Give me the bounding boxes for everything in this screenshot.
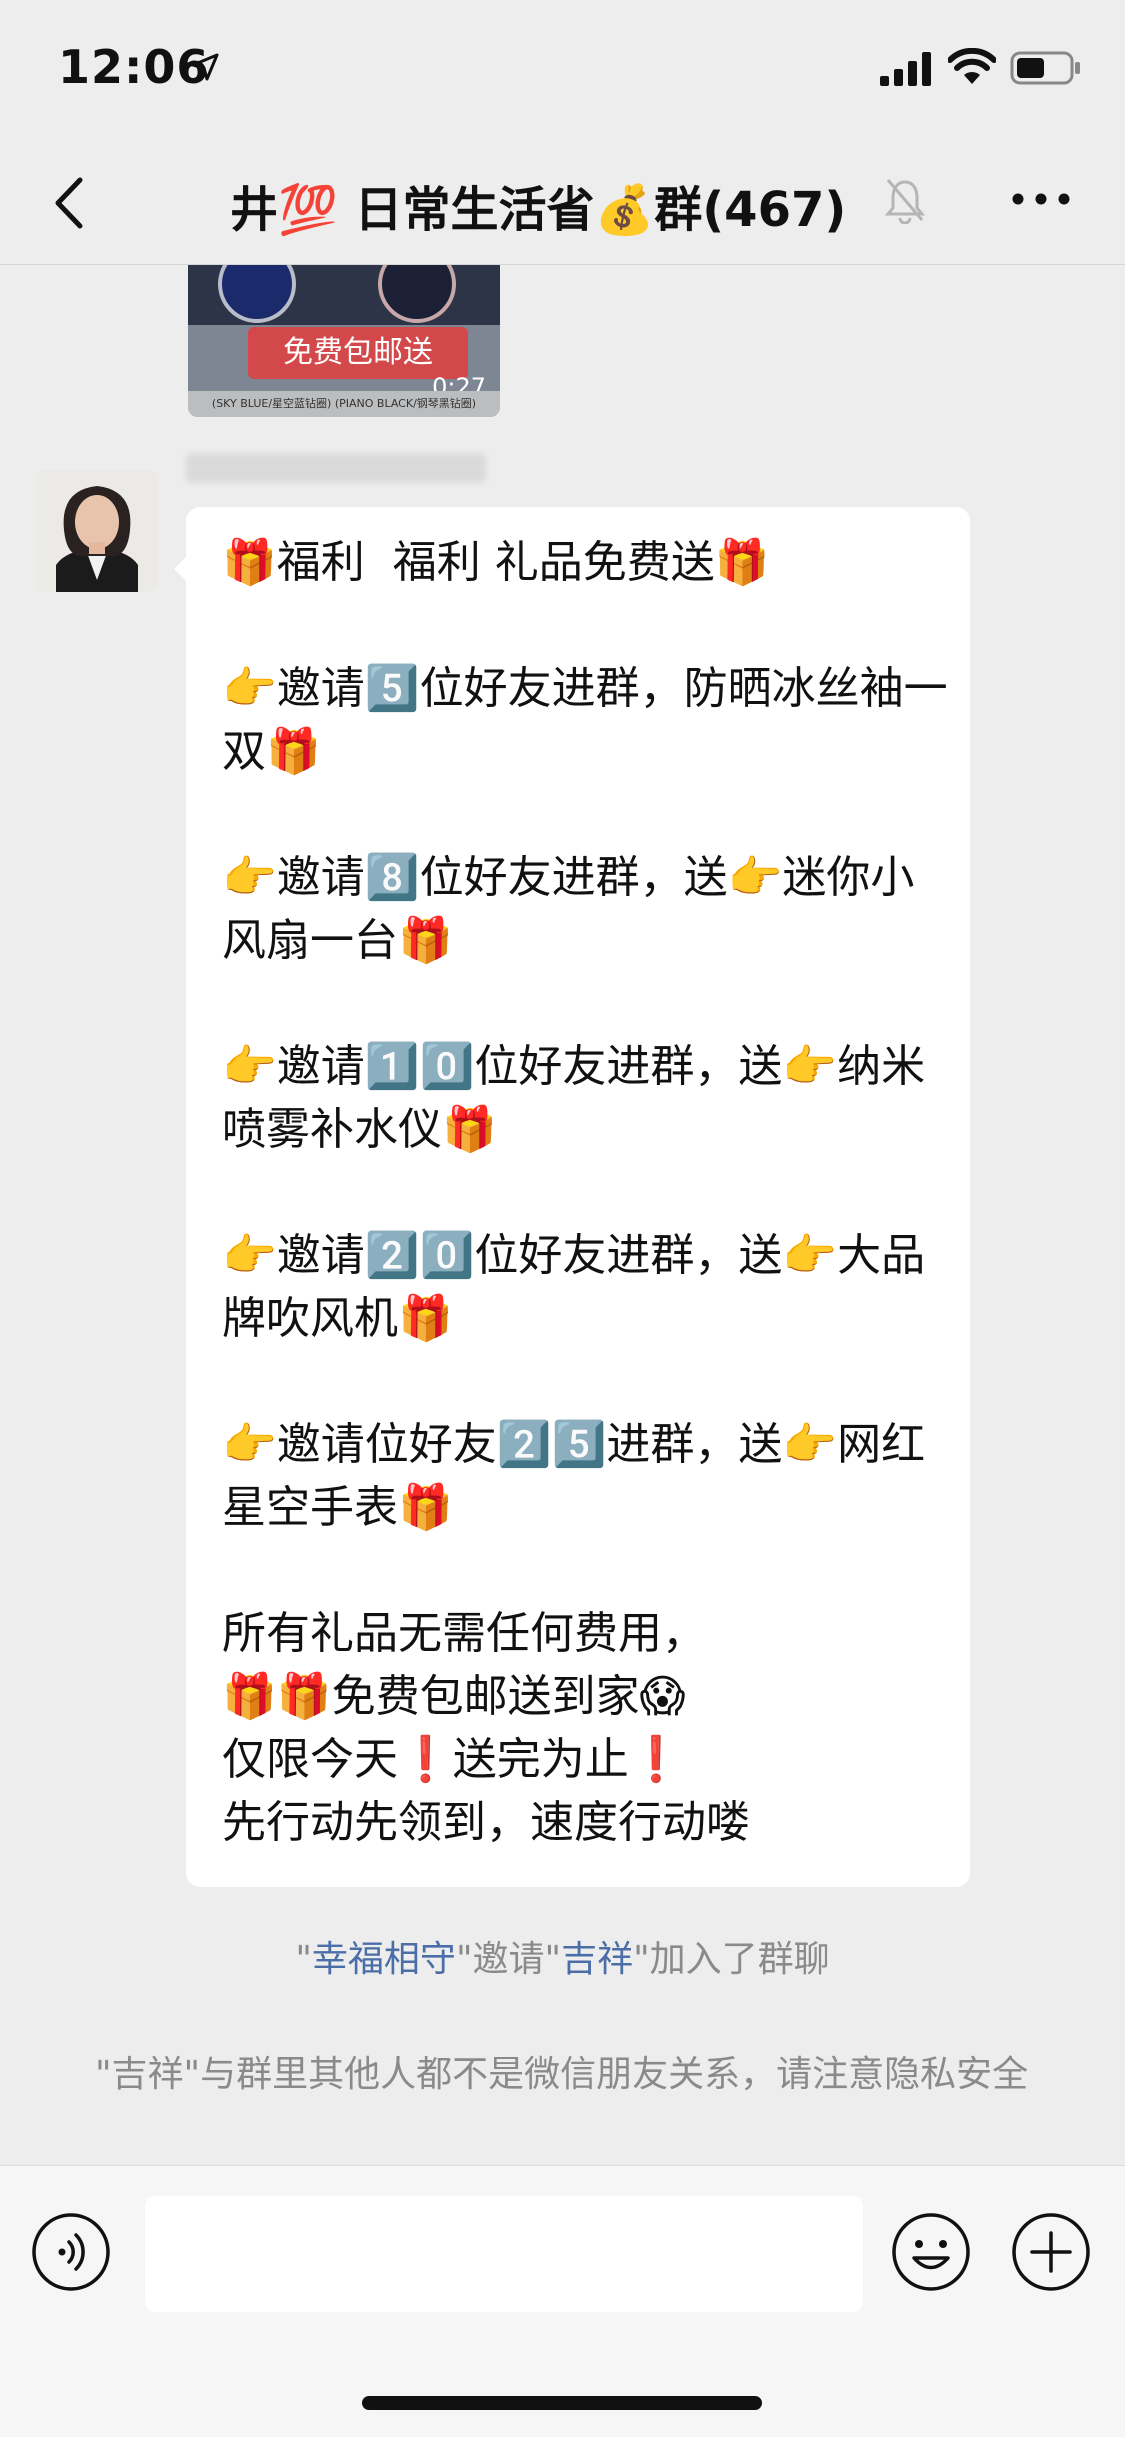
video-banner: 免费包邮送 [248, 327, 468, 379]
status-bar: 12:06 [0, 0, 1125, 140]
join-invitee-link[interactable]: 吉祥 [561, 1939, 633, 1980]
message-bubble[interactable]: 🎁福利 福利 礼品免费送🎁 👉邀请5️⃣位好友进群，防晒冰丝袖一双🎁 👉邀请8️… [186, 507, 970, 1887]
plus-button[interactable] [1010, 2211, 1092, 2293]
status-time: 12:06 [58, 40, 210, 94]
watch-image [378, 265, 456, 323]
location-arrow-icon [191, 53, 219, 81]
nav-bar: 井💯 日常生活省💰群(467) [0, 140, 1125, 265]
wifi-icon [948, 48, 996, 84]
mute-bell-icon [884, 179, 926, 224]
battery-icon [1010, 51, 1080, 85]
video-message[interactable]: 免费包邮送 0:27 (SKY BLUE/星空蓝钻圈) (PIANO BLACK… [188, 265, 500, 417]
more-options-button[interactable] [1010, 184, 1072, 214]
video-caption: (SKY BLUE/星空蓝钻圈) (PIANO BLACK/钢琴黑钻圈) [188, 391, 500, 417]
join-end-text: "加入了群聊 [633, 1939, 830, 1980]
message-input[interactable] [145, 2196, 863, 2312]
back-button[interactable] [40, 170, 100, 236]
video-thumbnail [188, 265, 500, 325]
join-invite-text: "邀请" [455, 1939, 562, 1980]
join-inviter-link[interactable]: 幸福相守 [312, 1939, 456, 1980]
join-quote: " [295, 1939, 312, 1980]
watch-image [218, 265, 296, 323]
emoji-button[interactable] [890, 2211, 972, 2293]
avatar[interactable] [36, 470, 158, 592]
message-text: 🎁福利 福利 礼品免费送🎁 👉邀请5️⃣位好友进群，防晒冰丝袖一双🎁 👉邀请8️… [222, 537, 948, 1848]
sender-name-blurred [186, 453, 486, 483]
chat-area[interactable]: 免费包邮送 0:27 (SKY BLUE/星空蓝钻圈) (PIANO BLACK… [0, 265, 1125, 2165]
avatar-image [36, 470, 158, 592]
system-join-notice: "幸福相守"邀请"吉祥"加入了群聊 [0, 1930, 1125, 1982]
signal-icon [880, 52, 931, 86]
chat-title: 井💯 日常生活省💰群(467) [230, 182, 847, 238]
home-indicator[interactable] [362, 2396, 762, 2410]
privacy-notice: "吉祥"与群里其他人都不是微信朋友关系，请注意隐私安全 [95, 2054, 1029, 2095]
voice-input-button[interactable] [30, 2211, 112, 2293]
